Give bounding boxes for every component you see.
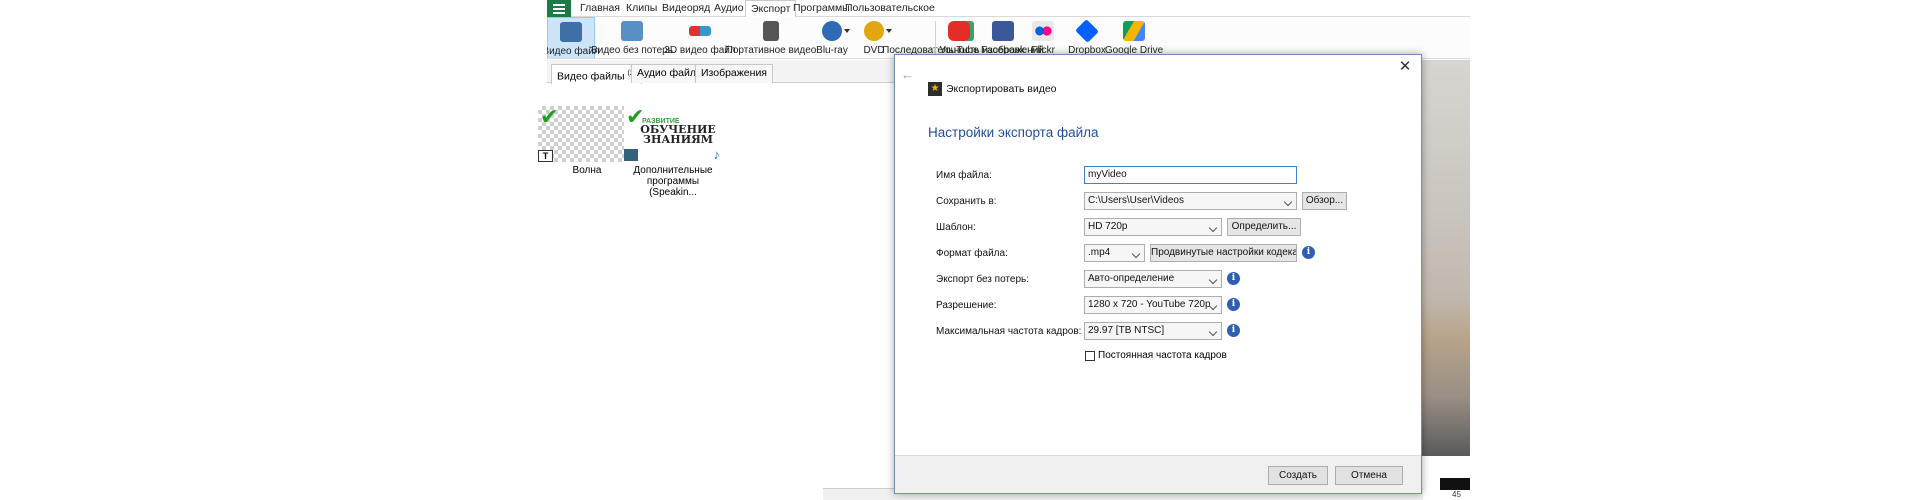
file-name-label: Имя файла: — [936, 170, 992, 181]
youtube-icon — [948, 21, 970, 41]
frame-number: 45 — [1452, 490, 1461, 499]
export-ribbon: Видео файл Видео без потерь 3D видео фай… — [547, 17, 1470, 59]
constant-framerate-checkbox[interactable] — [1085, 351, 1095, 361]
info-icon[interactable]: i — [1227, 298, 1240, 311]
dialog-footer: Создать Отмена — [895, 455, 1421, 493]
export-video-dialog: ✕ ← ★ Экспортировать видео Настройки экс… — [894, 54, 1422, 494]
bluray-disc-icon — [822, 21, 850, 41]
info-icon[interactable]: i — [1227, 272, 1240, 285]
flickr-icon — [1032, 21, 1054, 41]
facebook-icon — [992, 21, 1014, 41]
file-format-combo[interactable]: .mp4 — [1084, 244, 1145, 262]
tab-sequence[interactable]: Видеоряд — [662, 0, 710, 17]
dvd-disc-icon — [864, 21, 892, 41]
hamburger-menu-icon[interactable] — [547, 0, 571, 17]
ribbon-dropbox[interactable]: Dropbox — [1067, 17, 1107, 58]
close-icon[interactable]: ✕ — [1397, 59, 1413, 75]
menu-bar: Главная Клипы Видеоряд Аудио Экспорт Про… — [547, 0, 1470, 17]
video-clip-icon — [624, 149, 638, 161]
media-thumbnail: ✔ T — [538, 106, 636, 162]
google-drive-icon — [1123, 21, 1145, 41]
dialog-title: Экспортировать видео — [946, 83, 1057, 95]
tab-images[interactable]: Изображения — [695, 64, 773, 83]
lossless-label: Экспорт без потерь: — [936, 274, 1030, 285]
info-icon[interactable]: i — [1227, 324, 1240, 337]
preview-overlay — [1440, 478, 1470, 490]
file-name-input[interactable]: myVideo — [1084, 166, 1297, 184]
tab-video-files[interactable]: Видео файлы (2) — [551, 64, 643, 84]
save-to-label: Сохранить в: — [936, 196, 997, 207]
tab-export[interactable]: Экспорт — [745, 0, 797, 17]
ribbon-bluray[interactable]: Blu-ray — [813, 17, 851, 58]
back-arrow-icon[interactable]: ← — [901, 67, 914, 82]
ribbon-3d-video[interactable]: 3D видео файл — [664, 17, 736, 58]
ribbon-facebook[interactable]: Facebook — [981, 17, 1025, 58]
resolution-label: Разрешение: — [936, 300, 997, 311]
codec-settings-button[interactable]: Продвинутые настройки кодека... — [1150, 244, 1297, 262]
music-note-icon: ♪ — [713, 147, 721, 162]
ribbon-portable-video[interactable]: Портативное видео — [726, 17, 816, 58]
lossless-combo[interactable]: Авто-определение — [1084, 270, 1222, 288]
video-preview — [1422, 60, 1470, 456]
3d-glasses-icon — [689, 26, 711, 36]
resolution-combo[interactable]: 1280 x 720 - YouTube 720p — [1084, 296, 1222, 314]
tab-clips[interactable]: Клипы — [626, 0, 657, 17]
tab-home[interactable]: Главная — [580, 0, 620, 17]
ribbon-youtube[interactable]: YouTube — [939, 17, 979, 58]
ribbon-google-drive[interactable]: Google Drive — [1105, 17, 1163, 58]
tab-audio[interactable]: Аудио — [714, 0, 744, 17]
info-icon[interactable]: i — [1302, 246, 1315, 259]
media-item[interactable]: ✔ РАЗВИТИЕ ОБУЧЕНИЕ ЗНАНИЯМ ♪ Дополнител… — [623, 106, 723, 198]
checkmark-icon: ✔ — [540, 104, 559, 129]
tab-programs[interactable]: Программы — [793, 0, 850, 17]
dropbox-icon — [1075, 19, 1099, 43]
define-button[interactable]: Определить... — [1227, 218, 1301, 236]
create-button[interactable]: Создать — [1268, 466, 1328, 485]
tab-custom[interactable]: Пользовательское — [845, 0, 935, 17]
template-combo[interactable]: HD 720p — [1084, 218, 1222, 236]
template-label: Шаблон: — [936, 222, 976, 233]
cancel-button[interactable]: Отмена — [1335, 466, 1403, 485]
dialog-heading: Настройки экспорта файла — [928, 125, 1099, 140]
constant-framerate-label: Постоянная частота кадров — [1098, 350, 1227, 361]
framerate-combo[interactable]: 29.97 [TB NTSC] — [1084, 322, 1222, 340]
framerate-label: Максимальная частота кадров: — [936, 326, 1082, 337]
text-clip-icon: T — [538, 150, 553, 162]
lossless-video-icon — [621, 21, 643, 41]
media-thumbnail: ✔ РАЗВИТИЕ ОБУЧЕНИЕ ЗНАНИЯМ ♪ — [624, 104, 722, 162]
ribbon-separator — [935, 21, 936, 55]
portable-device-icon — [763, 21, 779, 41]
ribbon-flickr[interactable]: Flickr — [1029, 17, 1057, 58]
app-star-icon: ★ — [928, 82, 942, 96]
ribbon-video-file[interactable]: Видео файл — [547, 17, 600, 58]
save-to-combo[interactable]: C:\Users\User\Videos — [1084, 192, 1297, 210]
video-file-icon — [560, 22, 582, 42]
file-format-label: Формат файла: — [936, 248, 1008, 259]
browse-button[interactable]: Обзор... — [1302, 192, 1347, 210]
ribbon-lossless-video[interactable]: Видео без потерь — [591, 17, 673, 58]
media-item[interactable]: ✔ T Волна — [537, 106, 637, 176]
